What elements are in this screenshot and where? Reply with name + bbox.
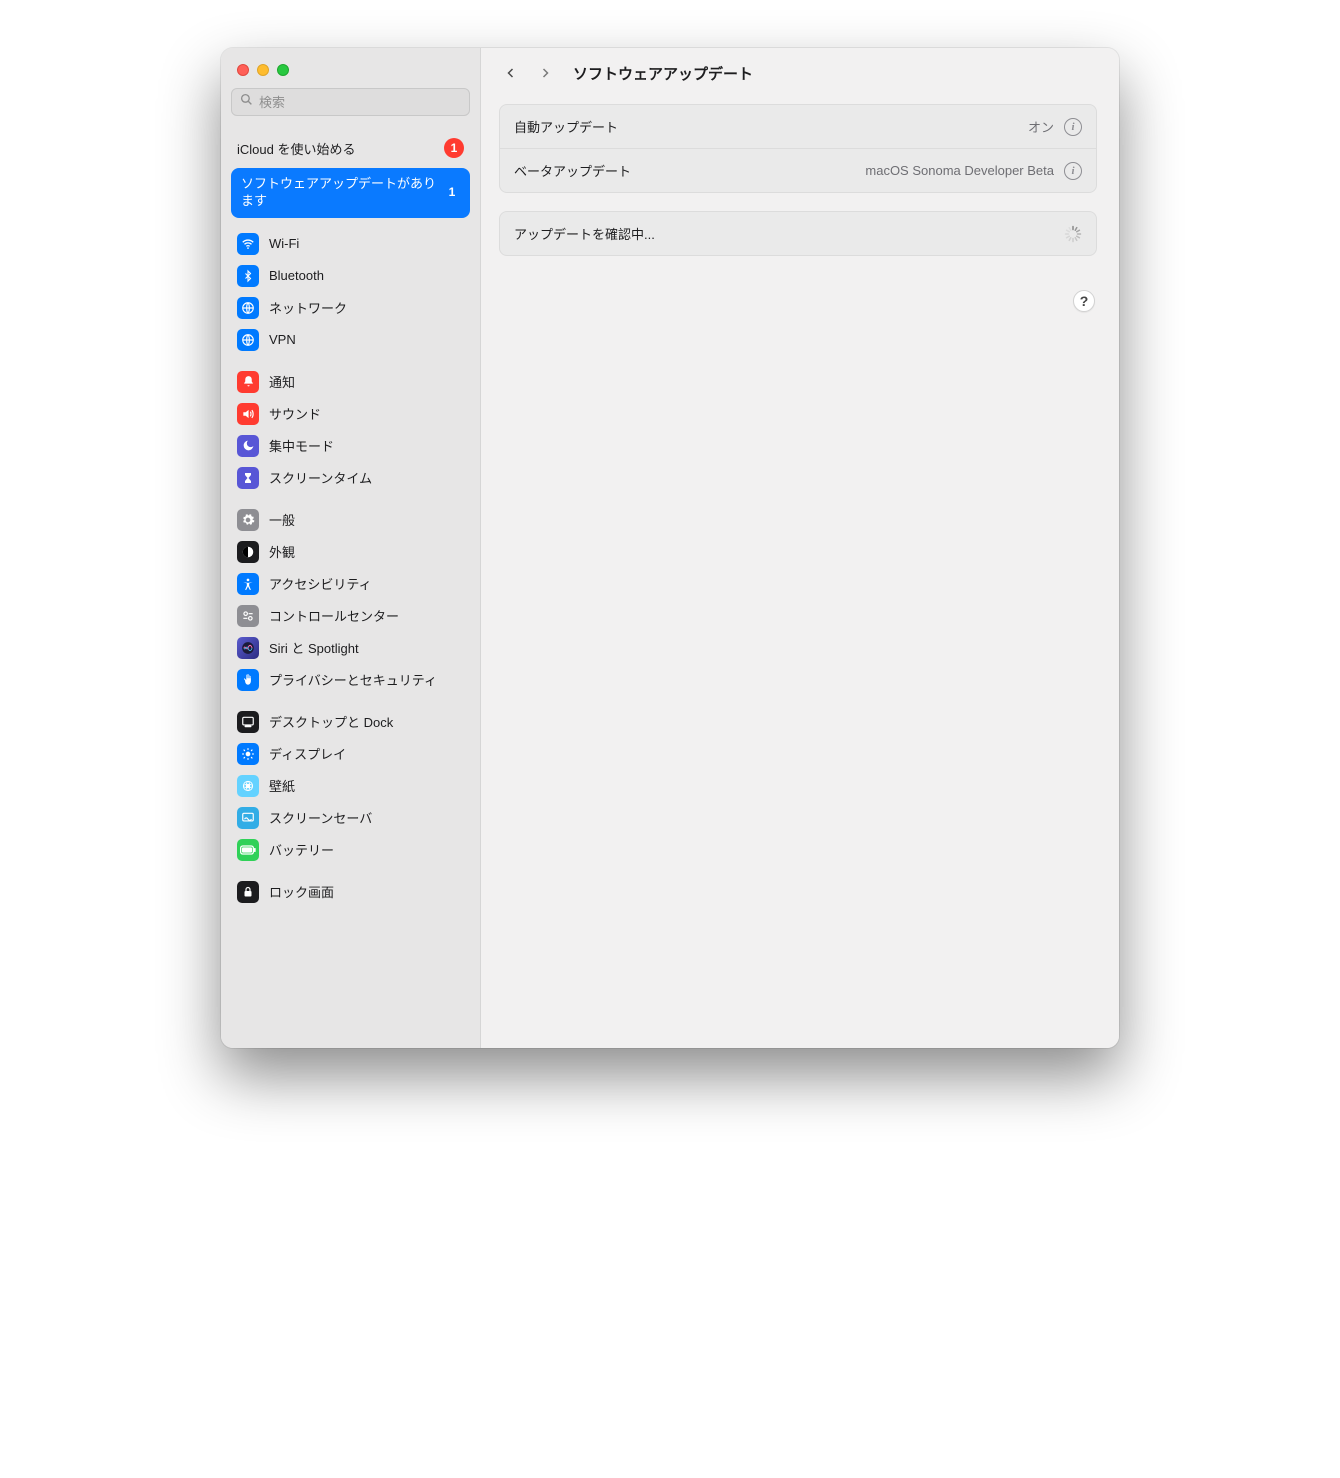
screensaver-icon [237, 807, 259, 829]
sidebar-item-label: サウンド [269, 404, 321, 423]
sidebar-item-label: 外観 [269, 542, 295, 561]
search-icon [240, 93, 253, 111]
sidebar-item-集中モード[interactable]: 集中モード [231, 430, 470, 462]
sidebar-item-label: アクセシビリティ [269, 574, 372, 593]
sidebar-item-label: ネットワーク [269, 298, 347, 317]
settings-window: iCloud を使い始める 1 ソフトウェアアップデートがあります 1 Wi-F… [221, 48, 1119, 1048]
sidebar-item-label: Siri と Spotlight [269, 638, 359, 657]
sidebar-item-label: デスクトップと Dock [269, 712, 393, 731]
sidebar-item-プライバシーとセキュリティ[interactable]: プライバシーとセキュリティ [231, 664, 470, 696]
update-banner-text: ソフトウェアアップデートがあります [241, 176, 444, 210]
sidebar-item-bluetooth[interactable]: Bluetooth [231, 260, 470, 292]
sidebar-item-label: Bluetooth [269, 268, 324, 283]
sidebar-item-label: ロック画面 [269, 882, 334, 901]
update-badge: 1 [444, 185, 460, 201]
checking-label: アップデートを確認中... [514, 224, 1064, 243]
sidebar-item-wi-fi[interactable]: Wi-Fi [231, 228, 470, 260]
help-button[interactable]: ? [1073, 290, 1095, 312]
sidebar-item-バッテリー[interactable]: バッテリー [231, 834, 470, 866]
window-controls [221, 48, 480, 88]
display-icon [237, 743, 259, 765]
zoom-window-button[interactable] [277, 64, 289, 76]
row-checking: アップデートを確認中... [500, 212, 1096, 255]
back-button[interactable] [499, 61, 523, 85]
hand-icon [237, 669, 259, 691]
cc-icon [237, 605, 259, 627]
page-title: ソフトウェアアップデート [573, 63, 753, 84]
sidebar-item-ロック画面[interactable]: ロック画面 [231, 876, 470, 908]
sidebar-scroll: iCloud を使い始める 1 ソフトウェアアップデートがあります 1 Wi-F… [221, 126, 480, 1048]
sidebar-item-アクセシビリティ[interactable]: アクセシビリティ [231, 568, 470, 600]
bell-icon [237, 371, 259, 393]
net-icon [237, 297, 259, 319]
hourglass-icon [237, 467, 259, 489]
sidebar-item-サウンド[interactable]: サウンド [231, 398, 470, 430]
sidebar-item-vpn[interactable]: VPN [231, 324, 470, 356]
sidebar-item-label: 集中モード [269, 436, 334, 455]
sidebar-item-スクリーンタイム[interactable]: スクリーンタイム [231, 462, 470, 494]
accessibility-icon [237, 573, 259, 595]
lock-icon [237, 881, 259, 903]
info-icon[interactable]: i [1064, 118, 1082, 136]
sidebar-item-label: ディスプレイ [269, 744, 346, 763]
minimize-window-button[interactable] [257, 64, 269, 76]
sidebar-item-label: スクリーンタイム [269, 468, 372, 487]
sidebar-item-label: VPN [269, 332, 296, 347]
sidebar-item-デスクトップと-dock[interactable]: デスクトップと Dock [231, 706, 470, 738]
sidebar-item-label: Wi-Fi [269, 236, 299, 251]
search-field[interactable] [231, 88, 470, 116]
sidebar-item-label: 通知 [269, 372, 295, 391]
sidebar-item-label: バッテリー [269, 840, 334, 859]
sidebar-item-label: スクリーンセーバ [269, 808, 372, 827]
sidebar-item-label: 一般 [269, 510, 295, 529]
sidebar-item-コントロールセンター[interactable]: コントロールセンター [231, 600, 470, 632]
wifi-icon [237, 233, 259, 255]
badge-icon: 1 [444, 138, 464, 158]
vpn-icon [237, 329, 259, 351]
auto-update-label: 自動アップデート [514, 117, 1028, 136]
sidebar-item-スクリーンセーバ[interactable]: スクリーンセーバ [231, 802, 470, 834]
row-beta-update[interactable]: ベータアップデート macOS Sonoma Developer Beta i [500, 149, 1096, 192]
sidebar-item-一般[interactable]: 一般 [231, 504, 470, 536]
sidebar-item-label: プライバシーとセキュリティ [269, 670, 437, 689]
auto-update-value: オン [1028, 117, 1054, 136]
appearance-icon [237, 541, 259, 563]
sound-icon [237, 403, 259, 425]
sidebar-item-通知[interactable]: 通知 [231, 366, 470, 398]
settings-group-updates: 自動アップデート オン i ベータアップデート macOS Sonoma Dev… [499, 104, 1097, 193]
wallpaper-icon [237, 775, 259, 797]
titlebar: ソフトウェアアップデート [481, 48, 1119, 98]
forward-button[interactable] [533, 61, 557, 85]
moon-icon [237, 435, 259, 457]
icloud-label: iCloud を使い始める [237, 139, 355, 158]
sidebar-item-label: コントロールセンター [269, 606, 399, 625]
sidebar-item-software-update[interactable]: ソフトウェアアップデートがあります 1 [231, 168, 470, 218]
bt-icon [237, 265, 259, 287]
beta-update-label: ベータアップデート [514, 161, 865, 180]
sidebar-item-icloud-setup[interactable]: iCloud を使い始める 1 [231, 130, 470, 168]
sidebar-item-ディスプレイ[interactable]: ディスプレイ [231, 738, 470, 770]
search-input[interactable] [259, 95, 461, 110]
main-pane: ソフトウェアアップデート 自動アップデート オン i ベータアップデート mac… [481, 48, 1119, 1048]
close-window-button[interactable] [237, 64, 249, 76]
sidebar: iCloud を使い始める 1 ソフトウェアアップデートがあります 1 Wi-F… [221, 48, 481, 1048]
row-auto-update[interactable]: 自動アップデート オン i [500, 105, 1096, 149]
sidebar-item-label: 壁紙 [269, 776, 295, 795]
info-icon[interactable]: i [1064, 162, 1082, 180]
dock-icon [237, 711, 259, 733]
sidebar-item-壁紙[interactable]: 壁紙 [231, 770, 470, 802]
sidebar-item-ネットワーク[interactable]: ネットワーク [231, 292, 470, 324]
siri-icon [237, 637, 259, 659]
settings-group-checking: アップデートを確認中... [499, 211, 1097, 256]
spinner-icon [1064, 225, 1082, 243]
battery-icon [237, 839, 259, 861]
sidebar-item-外観[interactable]: 外観 [231, 536, 470, 568]
beta-update-value: macOS Sonoma Developer Beta [865, 163, 1054, 178]
gear-icon [237, 509, 259, 531]
sidebar-item-siri-と-spotlight[interactable]: Siri と Spotlight [231, 632, 470, 664]
